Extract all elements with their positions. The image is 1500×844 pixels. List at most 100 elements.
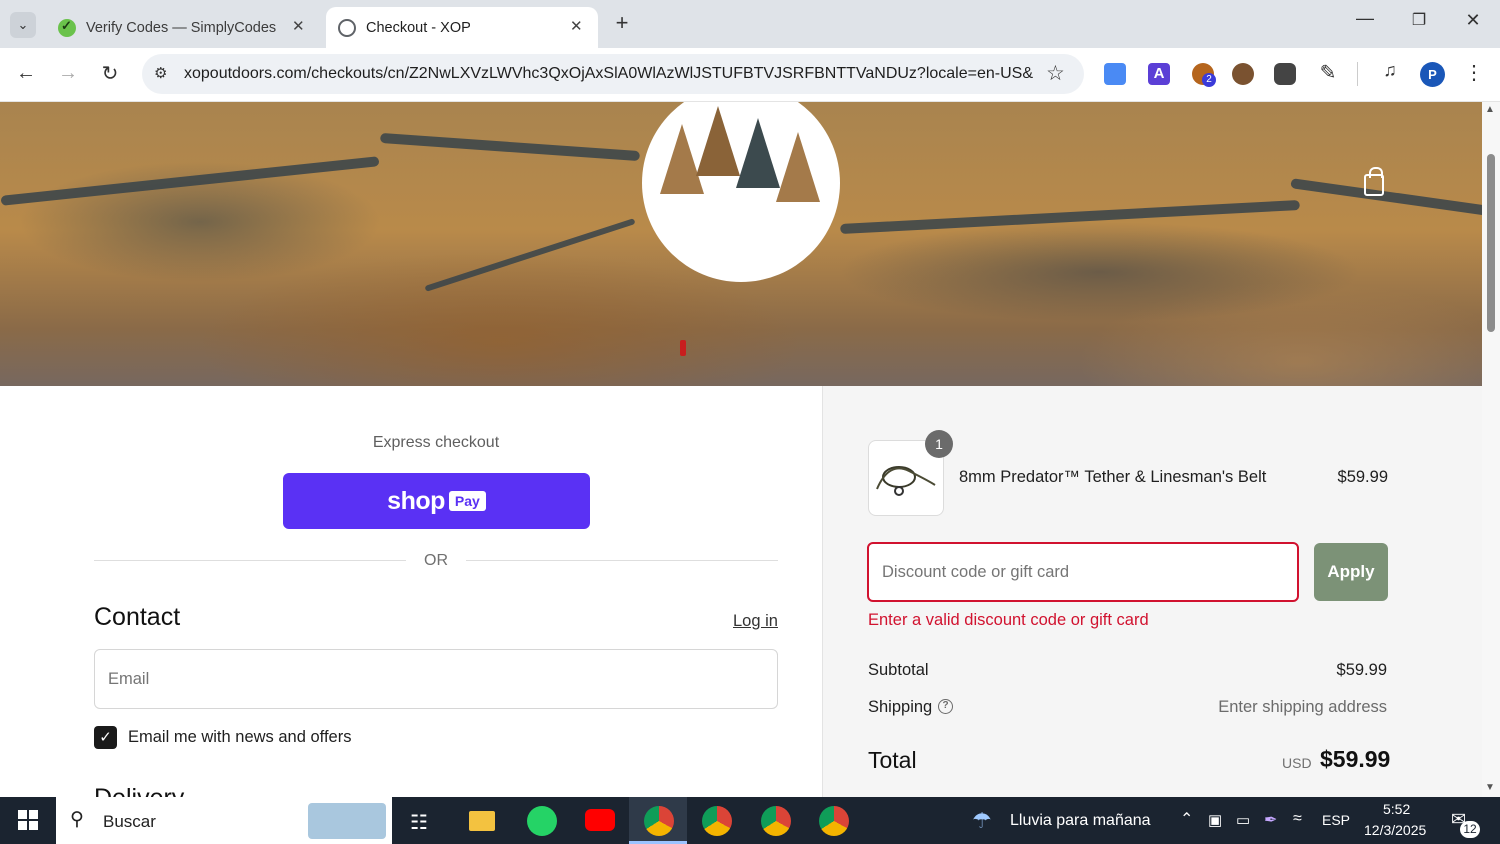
- taskbar-search[interactable]: ⚲ Buscar: [56, 797, 392, 844]
- news-opt-in-label[interactable]: Email me with news and offers: [128, 728, 351, 747]
- chrome-profile-p-icon[interactable]: [644, 806, 674, 836]
- back-icon[interactable]: ←: [14, 62, 38, 85]
- search-icon: ⚲: [70, 809, 84, 830]
- toolbar-divider: [1357, 62, 1358, 86]
- forward-icon[interactable]: →: [56, 62, 80, 85]
- file-explorer-icon[interactable]: [469, 811, 495, 831]
- robot-extension-icon[interactable]: [1274, 63, 1296, 85]
- contact-heading: Contact: [94, 603, 181, 631]
- translate-extension-icon[interactable]: [1104, 63, 1126, 85]
- input-language[interactable]: ESP: [1322, 812, 1350, 828]
- shop-pay-wordmark: shop: [387, 486, 445, 515]
- reload-icon[interactable]: ↻: [98, 61, 122, 86]
- tab-simplycodes[interactable]: Verify Codes — SimplyCodes ✕: [46, 7, 318, 48]
- shop-pay-badge: Pay: [448, 491, 486, 511]
- banner-creek: [379, 132, 641, 162]
- express-checkout-label: Express checkout: [372, 434, 500, 451]
- discount-code-input[interactable]: [867, 542, 1299, 602]
- chrome-menu-icon[interactable]: ⋮: [1462, 60, 1486, 85]
- close-tab-icon[interactable]: ✕: [292, 17, 305, 35]
- wifi-icon[interactable]: ≈: [1293, 810, 1302, 828]
- simplycodes-favicon-icon: [58, 18, 76, 37]
- product-name: 8mm Predator™ Tether & Linesman's Belt: [959, 468, 1267, 486]
- store-logo[interactable]: [642, 102, 840, 282]
- discount-error-message: Enter a valid discount code or gift card: [868, 611, 1149, 629]
- media-control-icon[interactable]: ♫: [1378, 60, 1402, 81]
- banner-creek: [0, 156, 380, 206]
- order-summary: 1 8mm Predator™ Tether & Linesman's Belt…: [822, 386, 1482, 797]
- shop-pay-button[interactable]: shop Pay: [283, 473, 590, 529]
- chrome-profile-m-icon[interactable]: [761, 806, 791, 836]
- shipping-value: Enter shipping address: [1218, 698, 1387, 716]
- shipping-help-icon[interactable]: ?: [938, 699, 953, 714]
- log-in-link[interactable]: Log in: [733, 612, 778, 631]
- restore-window-icon[interactable]: ❐: [1408, 10, 1430, 30]
- divider: [466, 560, 778, 561]
- minimize-window-icon[interactable]: —: [1354, 8, 1376, 29]
- or-separator: OR: [424, 552, 448, 569]
- show-hidden-icons-icon[interactable]: ⌃: [1180, 809, 1193, 829]
- meet-icon[interactable]: ▣: [1208, 811, 1222, 829]
- new-tab-icon[interactable]: +: [610, 10, 634, 36]
- close-window-icon[interactable]: ✕: [1462, 10, 1484, 31]
- weather-text[interactable]: Lluvia para mañana: [1010, 812, 1151, 830]
- banner-creek: [840, 199, 1300, 235]
- logo-tree: [736, 118, 780, 188]
- logo-tree: [696, 106, 740, 176]
- checkout-form: Express checkout shop Pay OR Contact Log…: [0, 386, 822, 797]
- scroll-down-icon[interactable]: ▼: [1485, 782, 1495, 793]
- logo-tree: [776, 132, 820, 202]
- tab-title: Checkout - XOP: [366, 19, 471, 36]
- browser-tab-bar: ⌄ Verify Codes — SimplyCodes ✕ Checkout …: [0, 0, 1500, 48]
- banner-creek: [424, 218, 636, 292]
- clock-date[interactable]: 12/3/2025: [1364, 822, 1426, 838]
- bookmark-star-icon[interactable]: ☆: [1046, 61, 1065, 86]
- page-scrollbar[interactable]: ▲ ▼: [1482, 102, 1500, 797]
- tab-checkout[interactable]: Checkout - XOP ✕: [326, 7, 598, 48]
- url-text[interactable]: xopoutdoors.com/checkouts/cn/Z2NwLXVzLWV…: [184, 65, 1034, 83]
- tab-title: Verify Codes — SimplyCodes: [86, 19, 277, 36]
- red-vehicle: [680, 340, 686, 356]
- a-extension-icon[interactable]: A: [1148, 63, 1170, 85]
- shopping-bag-icon[interactable]: [1364, 167, 1384, 196]
- chrome-profile-icon[interactable]: [819, 806, 849, 836]
- shipping-label: Shipping: [868, 698, 933, 716]
- quantity-badge: 1: [925, 430, 953, 458]
- site-info-icon[interactable]: ⚙: [154, 64, 167, 82]
- windows-taskbar: ⚲ Buscar ☷ ☂ Lluvia para mañana ⌃ ▣ ▭ ✒ …: [0, 797, 1500, 844]
- news-opt-in-checkbox[interactable]: ✓: [94, 726, 117, 749]
- product-price: $59.99: [1337, 468, 1388, 486]
- scroll-up-icon[interactable]: ▲: [1485, 104, 1495, 115]
- delivery-heading: Delivery: [94, 784, 184, 797]
- browser-toolbar: ← → ↻ ⚙ xopoutdoors.com/checkouts/cn/Z2N…: [0, 48, 1500, 102]
- address-bar[interactable]: ⚙ xopoutdoors.com/checkouts/cn/Z2NwLXVzL…: [142, 54, 1084, 94]
- clock-time[interactable]: 5:52: [1383, 801, 1410, 817]
- close-tab-icon[interactable]: ✕: [570, 17, 583, 35]
- tab-search-chevron-icon[interactable]: ⌄: [10, 12, 36, 38]
- whatsapp-icon[interactable]: [527, 806, 557, 836]
- cookie-extension-icon[interactable]: 2: [1192, 63, 1216, 87]
- extension-badge: 2: [1202, 73, 1216, 87]
- store-banner-image: [0, 102, 1482, 386]
- subtotal-value: $59.99: [1336, 661, 1387, 679]
- email-field[interactable]: [94, 649, 778, 709]
- cookie-extension-icon[interactable]: [1232, 63, 1254, 85]
- task-view-icon[interactable]: ☷: [410, 810, 428, 835]
- rain-weather-icon[interactable]: ☂: [972, 808, 992, 834]
- taskbar-search-placeholder: Buscar: [103, 812, 156, 831]
- battery-icon[interactable]: ▭: [1236, 811, 1250, 829]
- youtube-icon[interactable]: [585, 809, 615, 831]
- pen-icon[interactable]: ✒: [1264, 810, 1277, 830]
- extensions-puzzle-icon[interactable]: ✎: [1316, 60, 1340, 85]
- profile-avatar[interactable]: P: [1420, 62, 1445, 87]
- apply-discount-button[interactable]: Apply: [1314, 543, 1388, 601]
- search-highlight-illustration: [308, 803, 386, 839]
- divider: [94, 560, 406, 561]
- total-value: $59.99: [1320, 746, 1391, 772]
- subtotal-label: Subtotal: [868, 661, 929, 679]
- notification-count-badge: 12: [1460, 821, 1480, 838]
- windows-start-icon[interactable]: [18, 810, 38, 830]
- chrome-profile-m-icon[interactable]: [702, 806, 732, 836]
- scrollbar-thumb[interactable]: [1487, 154, 1495, 332]
- globe-favicon-icon: [338, 18, 356, 37]
